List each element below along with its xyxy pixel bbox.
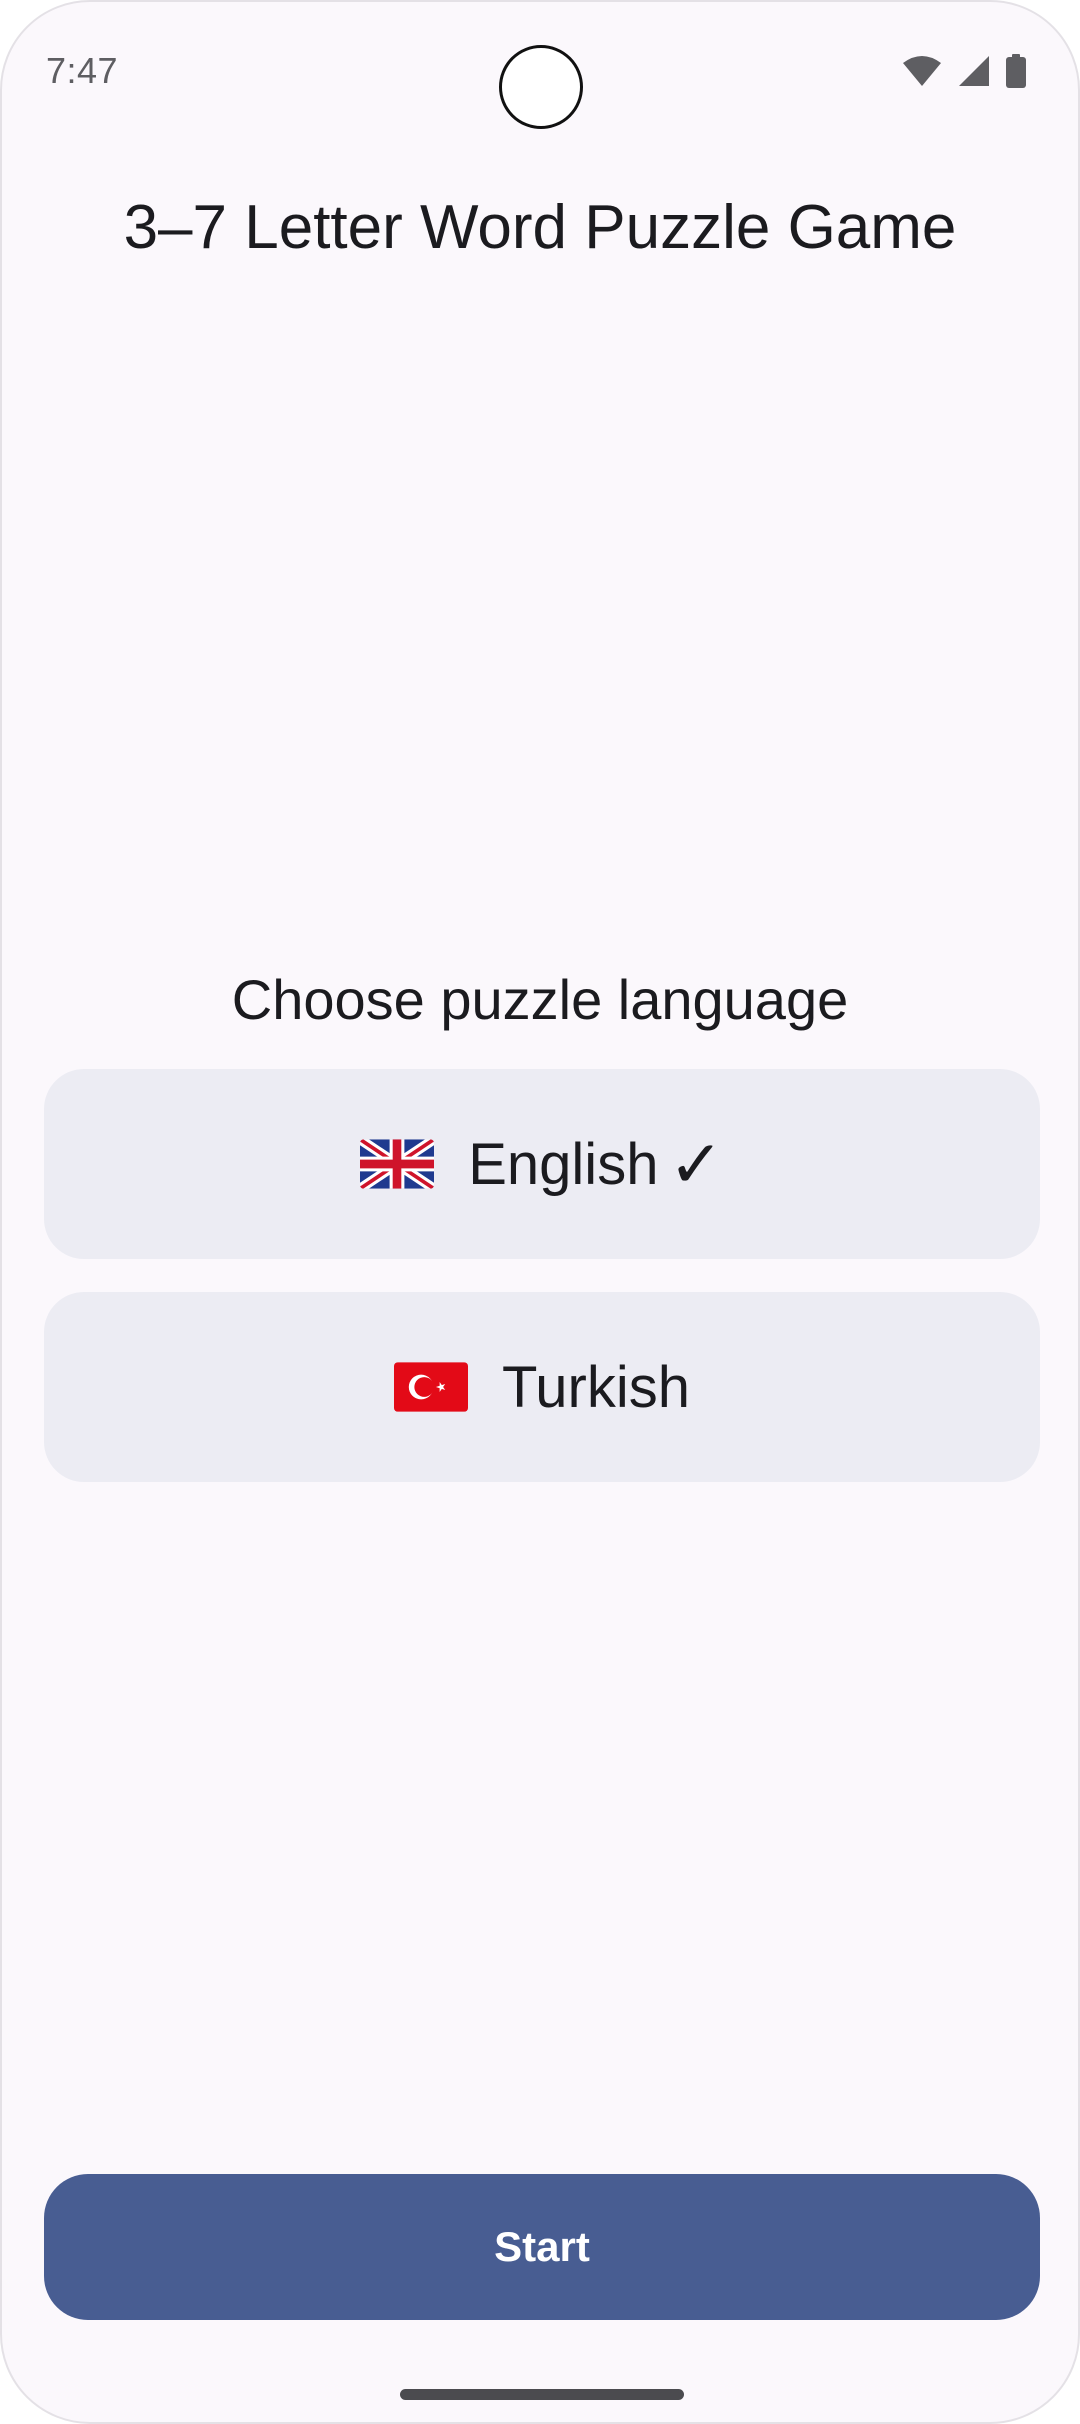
language-label-turkish: Turkish xyxy=(502,1354,690,1420)
app-screen: 7:47 3–7 Letter Word Puzzle Game Choose … xyxy=(0,0,1080,2424)
language-prompt: Choose puzzle language xyxy=(231,968,849,1031)
battery-icon xyxy=(1006,54,1026,93)
home-indicator[interactable] xyxy=(400,2389,684,2400)
start-button[interactable]: Start xyxy=(44,2174,1040,2320)
turkey-flag-icon xyxy=(394,1359,468,1415)
status-icons xyxy=(902,54,1026,93)
signal-icon xyxy=(958,55,990,92)
uk-flag-icon xyxy=(360,1136,435,1192)
language-option-english[interactable]: English ✓ xyxy=(44,1069,1040,1259)
selected-check-icon: ✓ xyxy=(668,1125,724,1203)
language-option-turkish[interactable]: Turkish xyxy=(44,1292,1040,1482)
status-time: 7:47 xyxy=(46,50,119,91)
app-title: 3–7 Letter Word Puzzle Game xyxy=(123,193,957,262)
wifi-icon xyxy=(902,55,942,92)
language-label-english: English xyxy=(468,1131,659,1197)
camera-cutout xyxy=(499,45,583,129)
status-bar: 7:47 xyxy=(2,2,1078,142)
